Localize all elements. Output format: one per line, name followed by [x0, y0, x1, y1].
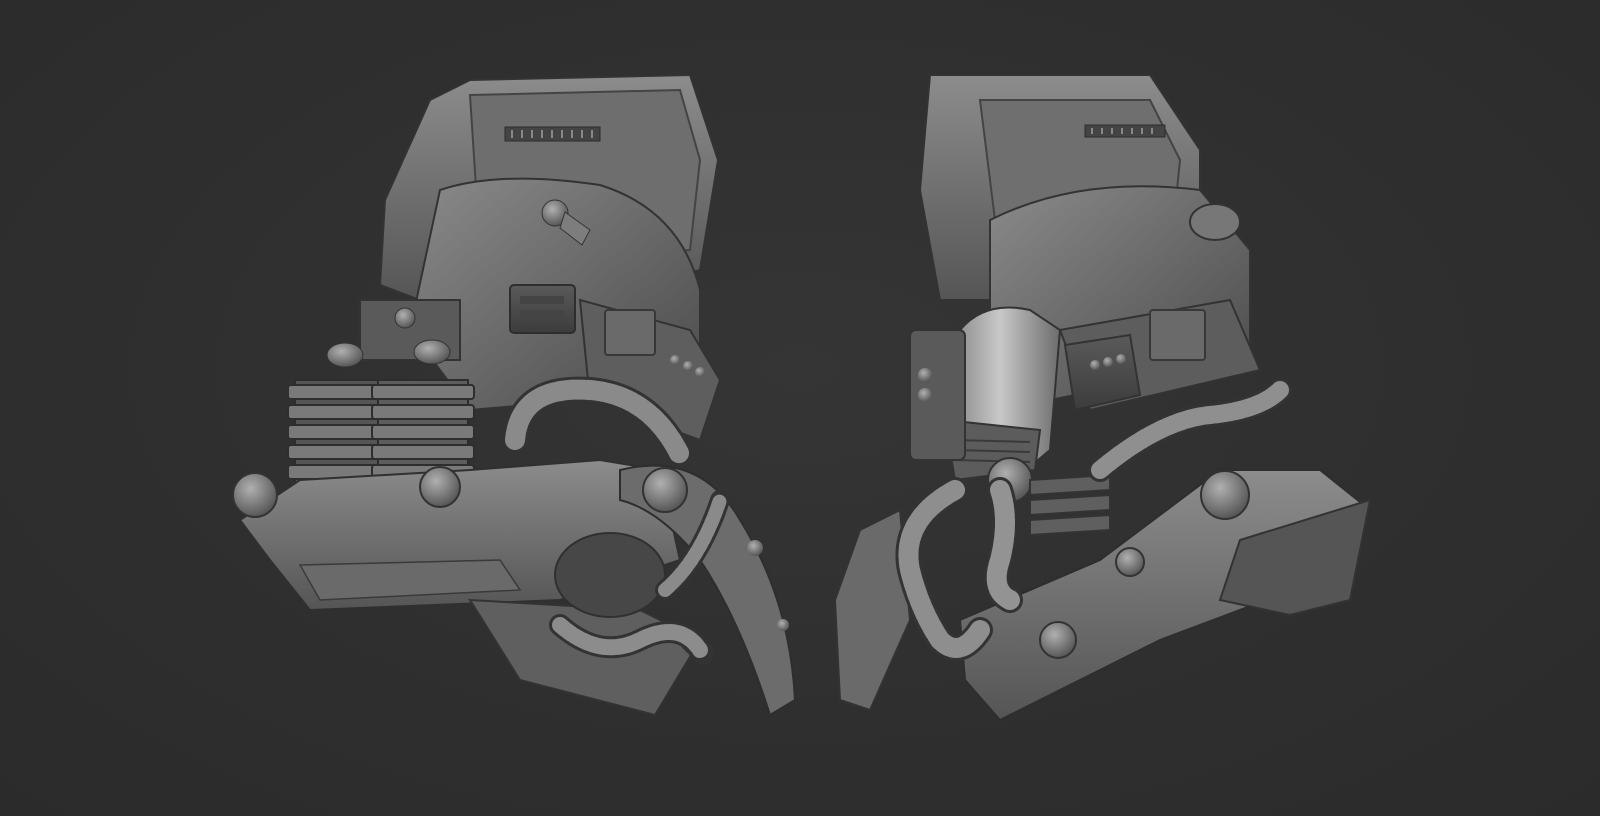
helmet-three-quarter [833, 74, 1372, 722]
render-viewport [0, 0, 1600, 816]
sculpt-render [232, 73, 1372, 722]
helmet-left-profile [232, 73, 797, 717]
